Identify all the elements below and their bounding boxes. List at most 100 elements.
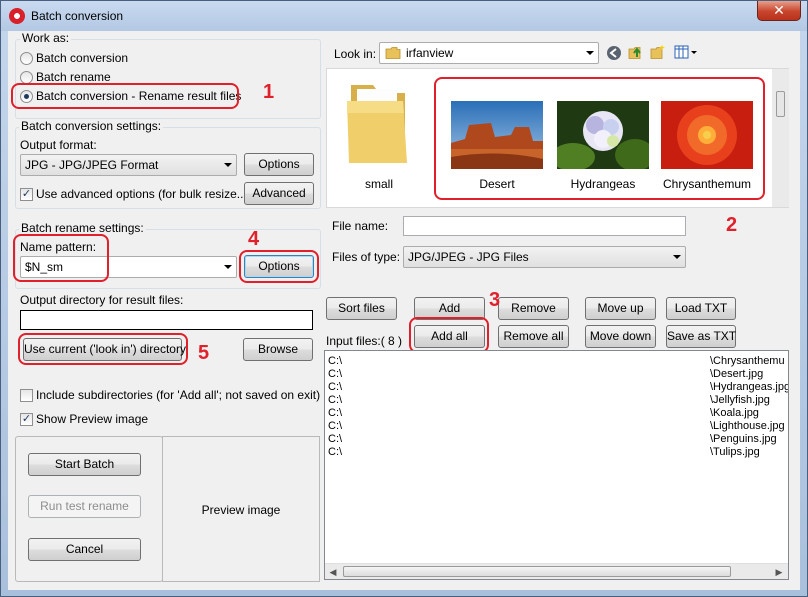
- file-path: C:\: [328, 407, 343, 419]
- file-name: \Desert.jpg: [710, 368, 764, 380]
- list-item[interactable]: C:\ \Lighthouse.jpg: [325, 420, 788, 433]
- list-item[interactable]: C:\ \Chrysanthemu: [325, 355, 788, 368]
- list-item[interactable]: C:\ \Tulips.jpg: [325, 446, 788, 459]
- annotation-box-4b: [239, 250, 319, 283]
- work-as-label: Work as:: [20, 31, 72, 45]
- output-format-label: Output format:: [20, 138, 97, 152]
- radio-batch-rename-label: Batch rename: [36, 70, 111, 84]
- show-preview-label: Show Preview image: [36, 412, 149, 426]
- thumbnail-scrollbar[interactable]: [772, 69, 789, 207]
- file-name: \Tulips.jpg: [710, 446, 760, 458]
- file-name-input[interactable]: [403, 216, 686, 236]
- conversion-settings-label: Batch conversion settings:: [19, 119, 164, 133]
- file-name: \Penguins.jpg: [710, 433, 777, 445]
- file-type-value: JPG/JPEG - JPG Files: [408, 250, 529, 264]
- annotation-box-5: [18, 333, 188, 365]
- list-item[interactable]: C:\ \Jellyfish.jpg: [325, 394, 788, 407]
- preview-label: Preview image: [201, 503, 281, 517]
- file-path: C:\: [328, 355, 343, 367]
- look-in-value: irfanview: [406, 46, 454, 60]
- list-item[interactable]: C:\ \Hydrangeas.jpg: [325, 381, 788, 394]
- file-path: C:\: [328, 446, 343, 458]
- remove-button[interactable]: Remove: [498, 297, 569, 320]
- run-test-rename-button[interactable]: Run test rename: [28, 495, 141, 518]
- file-name: \Jellyfish.jpg: [710, 394, 770, 406]
- output-format-value: JPG - JPG/JPEG Format: [25, 158, 159, 172]
- file-path: C:\: [328, 420, 343, 432]
- move-up-button[interactable]: Move up: [585, 297, 656, 320]
- annotation-box-4a: [13, 234, 109, 282]
- rename-settings-label: Batch rename settings:: [19, 221, 146, 235]
- list-item[interactable]: C:\ \Koala.jpg: [325, 407, 788, 420]
- advanced-options-label: Use advanced options (for bulk resize...…: [36, 187, 251, 201]
- file-path: C:\: [328, 433, 343, 445]
- file-path: C:\: [328, 368, 343, 380]
- close-button[interactable]: ✕: [757, 1, 801, 21]
- input-files-rows: C:\ \Chrysanthemu C:\ \Desert.jpg C:\ \Hydr…: [325, 351, 788, 459]
- output-dir-label: Output directory for result files:: [20, 293, 184, 307]
- move-down-button[interactable]: Move down: [585, 325, 656, 348]
- thumbnail-label-small: small: [364, 177, 393, 191]
- sort-files-button[interactable]: Sort files: [326, 297, 397, 320]
- list-item[interactable]: C:\ \Desert.jpg: [325, 368, 788, 381]
- file-type-select[interactable]: JPG/JPEG - JPG Files: [403, 246, 686, 268]
- file-name: \Koala.jpg: [710, 407, 759, 419]
- scroll-left-icon[interactable]: ◀: [325, 564, 341, 579]
- radio-batch-conversion[interactable]: [20, 52, 33, 65]
- annotation-number-3: 3: [489, 289, 501, 311]
- chevron-down-icon: [586, 51, 594, 55]
- annotation-number-2: 2: [726, 214, 738, 236]
- folder-icon: [385, 45, 401, 61]
- annotation-number-4: 4: [248, 228, 260, 250]
- scroll-right-icon[interactable]: ▶: [771, 564, 787, 579]
- annotation-box-2: [434, 77, 765, 200]
- output-dir-input[interactable]: [20, 310, 313, 330]
- load-txt-button[interactable]: Load TXT: [666, 297, 736, 320]
- remove-all-button[interactable]: Remove all: [498, 325, 569, 348]
- chevron-down-icon: [673, 255, 681, 259]
- file-name-label: File name:: [332, 219, 389, 233]
- file-name: \Chrysanthemu: [710, 355, 785, 367]
- save-as-txt-button[interactable]: Save as TXT: [666, 325, 736, 348]
- up-folder-icon[interactable]: [628, 44, 644, 60]
- chevron-down-icon: [224, 265, 232, 269]
- advanced-button[interactable]: Advanced: [244, 182, 314, 205]
- file-name: \Lighthouse.jpg: [710, 420, 785, 432]
- look-in-select[interactable]: irfanview: [379, 42, 599, 64]
- radio-batch-conversion-label: Batch conversion: [36, 51, 129, 65]
- scroll-thumb[interactable]: [343, 566, 731, 577]
- list-horizontal-scrollbar[interactable]: ◀ ▶: [325, 563, 788, 579]
- list-item[interactable]: C:\ \Penguins.jpg: [325, 433, 788, 446]
- scroll-thumb[interactable]: [776, 91, 785, 117]
- annotation-box-3: [409, 317, 489, 353]
- format-options-button[interactable]: Options: [244, 153, 314, 176]
- chevron-down-icon: [224, 163, 232, 167]
- input-files-label: Input files:( 8 ): [326, 334, 403, 348]
- window-title: Batch conversion: [31, 9, 124, 23]
- start-batch-button[interactable]: Start Batch: [28, 453, 141, 476]
- title-bar[interactable]: Batch conversion ✕: [1, 1, 807, 31]
- look-in-label: Look in:: [334, 47, 377, 61]
- advanced-options-checkbox[interactable]: ✓: [20, 188, 33, 201]
- new-folder-icon[interactable]: [650, 44, 666, 60]
- cancel-button[interactable]: Cancel: [28, 538, 141, 561]
- file-type-label: Files of type:: [332, 250, 401, 264]
- annotation-number-1: 1: [263, 81, 275, 103]
- file-path: C:\: [328, 381, 343, 393]
- input-files-list[interactable]: C:\ \Chrysanthemu C:\ \Desert.jpg C:\ \Hydr…: [324, 350, 789, 580]
- include-subdirs-checkbox[interactable]: [20, 389, 33, 402]
- annotation-box-1: [11, 83, 239, 109]
- dialog-client-area: Work as: Batch conversion Batch rename B…: [8, 31, 800, 590]
- output-format-select[interactable]: JPG - JPG/JPEG Format: [20, 154, 237, 176]
- browse-button[interactable]: Browse: [243, 338, 313, 361]
- file-path: C:\: [328, 394, 343, 406]
- file-name: \Hydrangeas.jpg: [710, 381, 789, 393]
- annotation-number-5: 5: [198, 342, 210, 364]
- batch-conversion-window: Batch conversion ✕ Work as: Batch conver…: [0, 0, 808, 597]
- show-preview-checkbox[interactable]: ✓: [20, 413, 33, 426]
- app-icon: [9, 8, 25, 24]
- view-menu-icon[interactable]: [674, 44, 698, 60]
- include-subdirs-label: Include subdirectories (for 'Add all'; n…: [36, 388, 321, 402]
- back-icon[interactable]: [606, 45, 622, 61]
- folder-icon[interactable]: [345, 75, 409, 168]
